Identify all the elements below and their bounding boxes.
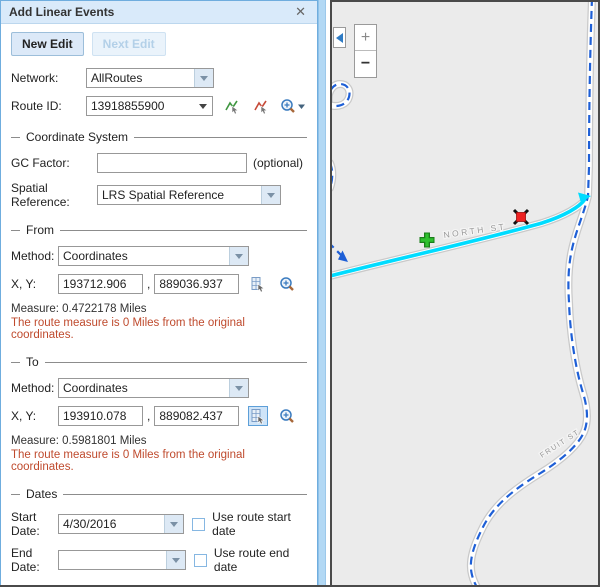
network-dropdown[interactable]: AllRoutes [86, 68, 214, 88]
from-method-dropdown[interactable]: Coordinates [58, 246, 249, 266]
collapse-left-arrow-icon [336, 33, 343, 43]
map-viewport[interactable]: NORTH ST FRUIT ST + − [330, 0, 600, 587]
end-date-dropdown-button[interactable] [166, 551, 185, 569]
zoom-to-route-icon[interactable] [280, 96, 307, 116]
from-measure-text: Measure: 0.4722178 Miles [11, 303, 307, 315]
gc-factor-optional-note: (optional) [253, 156, 303, 170]
start-date-label: Start Date: [11, 510, 58, 538]
route-id-label: Route ID: [11, 99, 86, 113]
spatial-reference-label: Spatial Reference: [11, 181, 97, 209]
to-measure-text: Measure: 0.5981801 Miles [11, 435, 307, 447]
from-method-label: Method: [11, 249, 58, 263]
zoom-to-to-point-icon[interactable] [277, 406, 297, 426]
route-id-combobox[interactable]: 13918855900 [86, 96, 213, 116]
pick-to-coordinates-icon[interactable] [248, 406, 268, 426]
chevron-down-icon [170, 522, 178, 527]
map-canvas[interactable]: NORTH ST FRUIT ST [332, 2, 598, 585]
end-date-dropdown[interactable] [58, 550, 186, 570]
select-route-end-icon[interactable] [251, 96, 271, 116]
from-y-input[interactable] [154, 274, 239, 294]
panel-body: New Edit Next Edit Network: AllRoutes Ro… [1, 24, 317, 587]
use-route-start-date-checkbox[interactable] [192, 518, 205, 531]
chevron-down-icon [200, 76, 208, 81]
spatial-reference-dropdown-button[interactable] [261, 186, 280, 204]
from-method-dropdown-button[interactable] [229, 247, 248, 265]
chevron-down-icon [199, 104, 207, 109]
chevron-down-icon [172, 558, 180, 563]
close-icon[interactable]: ✕ [292, 4, 309, 20]
from-measure-warning: The route measure is 0 Miles from the or… [11, 317, 307, 341]
to-method-dropdown[interactable]: Coordinates [58, 378, 249, 398]
to-y-input[interactable] [154, 406, 239, 426]
spatial-reference-dropdown[interactable]: LRS Spatial Reference [97, 185, 281, 205]
to-xy-label: X, Y: [11, 409, 58, 423]
gc-factor-input[interactable] [97, 153, 247, 173]
to-method-label: Method: [11, 381, 58, 395]
use-route-end-date-label: Use route end date [214, 546, 307, 574]
dates-legend: Dates [11, 487, 307, 501]
panel-scrollbar[interactable] [318, 0, 326, 587]
network-dropdown-button[interactable] [194, 69, 213, 87]
coordinate-system-legend: Coordinate System [11, 130, 307, 144]
start-date-value: 4/30/2016 [59, 515, 164, 533]
app-window: Add Linear Events ✕ New Edit Next Edit N… [0, 0, 600, 587]
new-edit-button[interactable]: New Edit [11, 32, 84, 56]
to-method-dropdown-button[interactable] [229, 379, 248, 397]
panel-titlebar: Add Linear Events ✕ [1, 1, 317, 24]
zoom-in-button[interactable]: + [355, 25, 376, 51]
road-casing-fill [332, 2, 592, 585]
use-route-end-date-checkbox[interactable] [194, 554, 207, 567]
pick-from-coordinates-icon[interactable] [248, 274, 268, 294]
to-measure-warning: The route measure is 0 Miles from the or… [11, 449, 307, 473]
from-legend: From [11, 223, 307, 237]
route-fruit-st[interactable] [332, 2, 592, 585]
collapse-panel-button[interactable] [333, 27, 346, 48]
zoom-out-button[interactable]: − [355, 51, 376, 77]
select-route-start-icon[interactable] [222, 96, 242, 116]
start-date-dropdown-button[interactable] [164, 515, 183, 533]
start-date-dropdown[interactable]: 4/30/2016 [58, 514, 184, 534]
to-point-marker[interactable] [514, 210, 528, 224]
gc-factor-label: GC Factor: [11, 156, 97, 170]
network-label: Network: [11, 71, 86, 85]
to-x-input[interactable] [58, 406, 143, 426]
panel-title: Add Linear Events [9, 5, 292, 19]
from-point-marker[interactable] [420, 233, 435, 248]
xy-separator: , [147, 409, 150, 423]
route-id-value: 13918855900 [87, 99, 199, 113]
road-casing-outline [332, 2, 592, 585]
xy-separator: , [147, 277, 150, 291]
use-route-start-date-label: Use route start date [212, 510, 307, 538]
from-x-input[interactable] [58, 274, 143, 294]
spatial-reference-value: LRS Spatial Reference [98, 186, 261, 204]
route-north-st-selected[interactable] [332, 199, 585, 277]
to-method-value: Coordinates [59, 379, 229, 397]
map-zoom-control: + − [354, 24, 377, 78]
chevron-down-icon [267, 193, 275, 198]
chevron-down-icon [235, 254, 243, 259]
chevron-down-icon [235, 386, 243, 391]
to-legend: To [11, 355, 307, 369]
next-edit-button: Next Edit [92, 32, 166, 56]
from-method-value: Coordinates [59, 247, 229, 265]
zoom-to-from-point-icon[interactable] [277, 274, 297, 294]
from-xy-label: X, Y: [11, 277, 58, 291]
add-linear-events-panel: Add Linear Events ✕ New Edit Next Edit N… [0, 0, 318, 587]
end-date-label: End Date: [11, 546, 58, 574]
network-value: AllRoutes [87, 69, 194, 87]
end-date-value [59, 551, 166, 569]
